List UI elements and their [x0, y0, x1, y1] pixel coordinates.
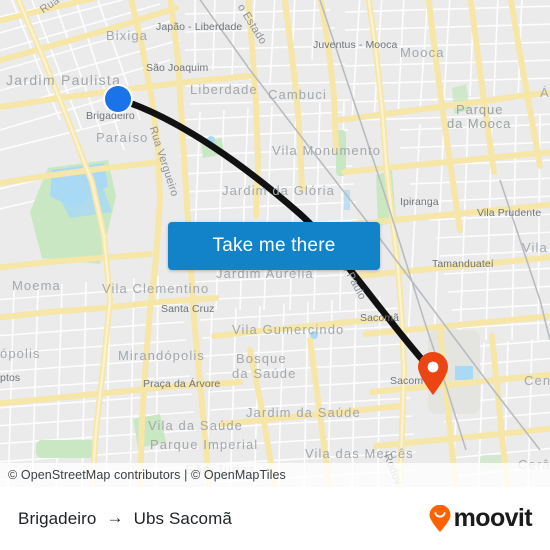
take-me-there-button[interactable]: Take me there [168, 222, 380, 270]
origin-marker[interactable] [105, 86, 131, 112]
moovit-logo[interactable]: moovit [428, 504, 533, 533]
arrow-right-icon: → [106, 507, 124, 527]
moovit-trip-map-screen: Rua AugustaBixigaJapão - Liberdadeo Esta… [0, 0, 550, 550]
footer-bar: Brigadeiro → Ubs Sacomã moovit [0, 487, 550, 550]
attribution-text[interactable]: © OpenStreetMap contributors | © OpenMap… [8, 468, 286, 482]
map-attribution-bar: © OpenStreetMap contributors | © OpenMap… [0, 463, 550, 487]
moovit-pin-icon [428, 504, 452, 533]
route-destination-label: Ubs Sacomã [133, 508, 232, 528]
route-origin-label: Brigadeiro [18, 508, 97, 528]
route-summary: Brigadeiro → Ubs Sacomã [18, 507, 232, 529]
moovit-wordmark: moovit [453, 504, 533, 532]
destination-marker[interactable] [416, 352, 450, 396]
map-canvas[interactable]: Rua AugustaBixigaJapão - Liberdadeo Esta… [0, 0, 550, 487]
